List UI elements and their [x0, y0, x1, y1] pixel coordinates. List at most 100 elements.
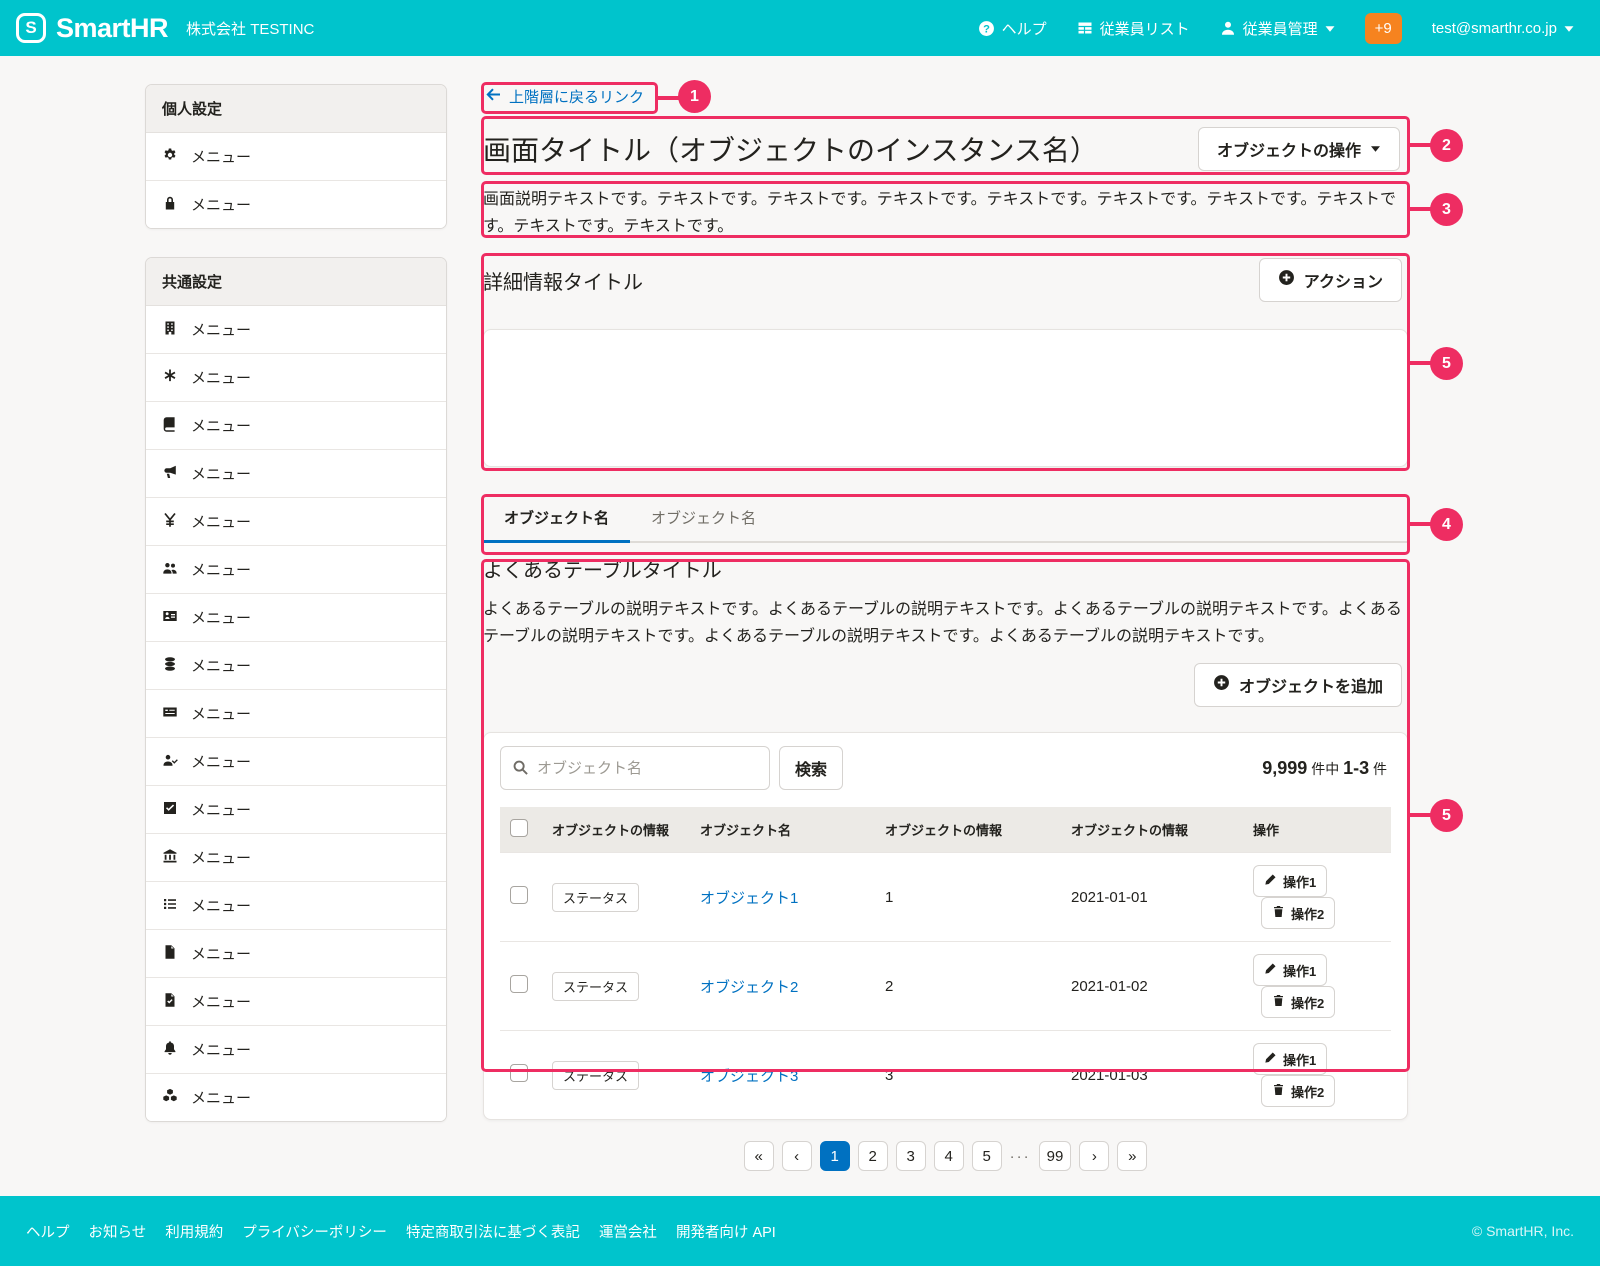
object-link[interactable]: オブジェクト2	[700, 979, 798, 996]
sidebar-item-menu[interactable]: メニュー	[146, 738, 446, 786]
pagination: « ‹ 1 2 3 4 5 ··· 99 › »	[483, 1141, 1408, 1171]
building-icon	[162, 320, 178, 340]
sidebar-item-menu[interactable]: メニュー	[146, 498, 446, 546]
result-count: 9,999 件中 1-3 件	[1262, 758, 1391, 779]
company-name: 株式会社 TESTINC	[186, 18, 314, 39]
header-nav: ? ヘルプ 従業員リスト 従業員管理 +9 test@smarthr.co.jp	[978, 13, 1574, 44]
search-button[interactable]: 検索	[779, 746, 843, 790]
pagination-page-2[interactable]: 2	[858, 1141, 888, 1171]
object-info: 2	[875, 942, 1061, 1031]
table-row: ステータス オブジェクト1 1 2021-01-01 操作1 操作2	[500, 853, 1391, 942]
yen-icon	[162, 512, 178, 532]
user-check-icon	[162, 752, 178, 772]
row-checkbox[interactable]	[510, 1064, 528, 1082]
tab-object-2[interactable]: オブジェクト名	[630, 492, 777, 541]
sidebar-item-menu[interactable]: メニュー	[146, 834, 446, 882]
pagination-last-button[interactable]: »	[1117, 1141, 1147, 1171]
table-row: ステータス オブジェクト3 3 2021-01-03 操作1 操作2	[500, 1031, 1391, 1120]
sidebar-item-menu[interactable]: メニュー	[146, 882, 446, 930]
select-all-checkbox[interactable]	[510, 819, 528, 837]
id-card-icon	[162, 608, 178, 628]
footer-link-privacy[interactable]: プライバシーポリシー	[242, 1221, 387, 1242]
footer-link-help[interactable]: ヘルプ	[26, 1221, 70, 1242]
edit-button[interactable]: 操作1	[1253, 954, 1327, 986]
list-icon	[162, 896, 178, 916]
delete-button[interactable]: 操作2	[1261, 986, 1335, 1018]
footer-links: ヘルプ お知らせ 利用規約 プライバシーポリシー 特定商取引法に基づく表記 運営…	[26, 1221, 776, 1242]
object-actions-dropdown-button[interactable]: オブジェクトの操作	[1198, 127, 1400, 171]
employee-list-nav-item[interactable]: 従業員リスト	[1077, 18, 1190, 39]
pagination-prev-button[interactable]: ‹	[782, 1141, 812, 1171]
tab-object-1[interactable]: オブジェクト名	[483, 492, 630, 541]
column-header: オブジェクト名	[690, 807, 875, 853]
help-nav-item[interactable]: ? ヘルプ	[978, 18, 1047, 39]
sidebar-item-menu[interactable]: メニュー	[146, 402, 446, 450]
pagination-page-4[interactable]: 4	[934, 1141, 964, 1171]
pencil-icon	[1264, 1051, 1277, 1067]
database-icon	[162, 656, 178, 676]
status-badge: ステータス	[552, 883, 639, 912]
footer-link-commercial-law[interactable]: 特定商取引法に基づく表記	[406, 1221, 580, 1242]
delete-button[interactable]: 操作2	[1261, 897, 1335, 929]
notification-badge[interactable]: +9	[1365, 13, 1402, 44]
sidebar-item-menu[interactable]: メニュー	[146, 354, 446, 402]
add-object-button[interactable]: オブジェクトを追加	[1194, 663, 1402, 707]
sidebar-item-menu[interactable]: メニュー	[146, 930, 446, 978]
footer-link-developer-api[interactable]: 開発者向け API	[676, 1221, 776, 1242]
sidebar-item-menu[interactable]: メニュー	[146, 1074, 446, 1121]
sidebar-item-menu[interactable]: メニュー	[146, 642, 446, 690]
file-check-icon	[162, 992, 178, 1012]
sidebar-item-menu[interactable]: メニュー	[146, 594, 446, 642]
annotation-line-4	[1408, 522, 1432, 526]
sidebar-item-menu[interactable]: メニュー	[146, 181, 446, 228]
pagination-next-button[interactable]: ›	[1079, 1141, 1109, 1171]
annotation-line-2	[1408, 143, 1432, 147]
object-link[interactable]: オブジェクト1	[700, 890, 798, 907]
chevron-down-icon	[1564, 24, 1574, 33]
sidebar-item-menu[interactable]: メニュー	[146, 546, 446, 594]
edit-button[interactable]: 操作1	[1253, 865, 1327, 897]
footer-link-news[interactable]: お知らせ	[89, 1221, 147, 1242]
search-input[interactable]	[500, 746, 770, 790]
account-menu[interactable]: test@smarthr.co.jp	[1432, 20, 1574, 37]
action-button[interactable]: アクション	[1259, 258, 1402, 302]
users-icon	[162, 560, 178, 580]
table-section-title: よくあるテーブルタイトル	[483, 554, 1408, 583]
delete-button[interactable]: 操作2	[1261, 1075, 1335, 1107]
pagination-page-1[interactable]: 1	[820, 1141, 850, 1171]
page-description: 画面説明テキストです。テキストです。テキストです。テキストです。テキストです。テ…	[483, 186, 1408, 240]
pagination-page-99[interactable]: 99	[1039, 1141, 1072, 1171]
pagination-first-button[interactable]: «	[744, 1141, 774, 1171]
sidebar-item-menu[interactable]: メニュー	[146, 133, 446, 181]
check-square-icon	[162, 800, 178, 820]
sidebar-item-menu[interactable]: メニュー	[146, 690, 446, 738]
footer-link-company[interactable]: 運営会社	[599, 1221, 657, 1242]
footer-link-terms[interactable]: 利用規約	[165, 1221, 223, 1242]
sidebar-item-menu[interactable]: メニュー	[146, 978, 446, 1026]
object-link[interactable]: オブジェクト3	[700, 1068, 798, 1085]
pencil-icon	[1264, 873, 1277, 889]
row-checkbox[interactable]	[510, 975, 528, 993]
edit-button[interactable]: 操作1	[1253, 1043, 1327, 1075]
smarthr-logo[interactable]: S SmartHR	[16, 13, 168, 44]
column-header: オブジェクトの情報	[1061, 807, 1243, 853]
main-content: 上階層に戻るリンク 画面タイトル（オブジェクトのインスタンス名） オブジェクトの…	[483, 84, 1408, 1171]
annotation-marker-5a: 5	[1430, 347, 1463, 380]
page-title-row: 画面タイトル（オブジェクトのインスタンス名） オブジェクトの操作	[483, 120, 1408, 177]
bank-icon	[162, 848, 178, 868]
annotation-line-3	[1408, 207, 1432, 211]
annotation-marker-2: 2	[1430, 129, 1463, 162]
page: S SmartHR 株式会社 TESTINC ? ヘルプ 従業員リスト 従業員管…	[0, 0, 1600, 1266]
pagination-page-3[interactable]: 3	[896, 1141, 926, 1171]
pagination-page-5[interactable]: 5	[972, 1141, 1002, 1171]
back-link[interactable]: 上階層に戻るリンク	[486, 86, 644, 107]
object-info: 3	[875, 1031, 1061, 1120]
sidebar-item-menu[interactable]: メニュー	[146, 786, 446, 834]
employee-admin-nav-item[interactable]: 従業員管理	[1220, 18, 1335, 39]
sidebar-personal-settings: 個人設定 メニュー メニュー	[145, 84, 447, 229]
sidebar-item-menu[interactable]: メニュー	[146, 1026, 446, 1074]
sidebar-item-menu[interactable]: メニュー	[146, 450, 446, 498]
sidebar-item-menu[interactable]: メニュー	[146, 306, 446, 354]
copyright: © SmartHR, Inc.	[1472, 1223, 1574, 1239]
row-checkbox[interactable]	[510, 886, 528, 904]
